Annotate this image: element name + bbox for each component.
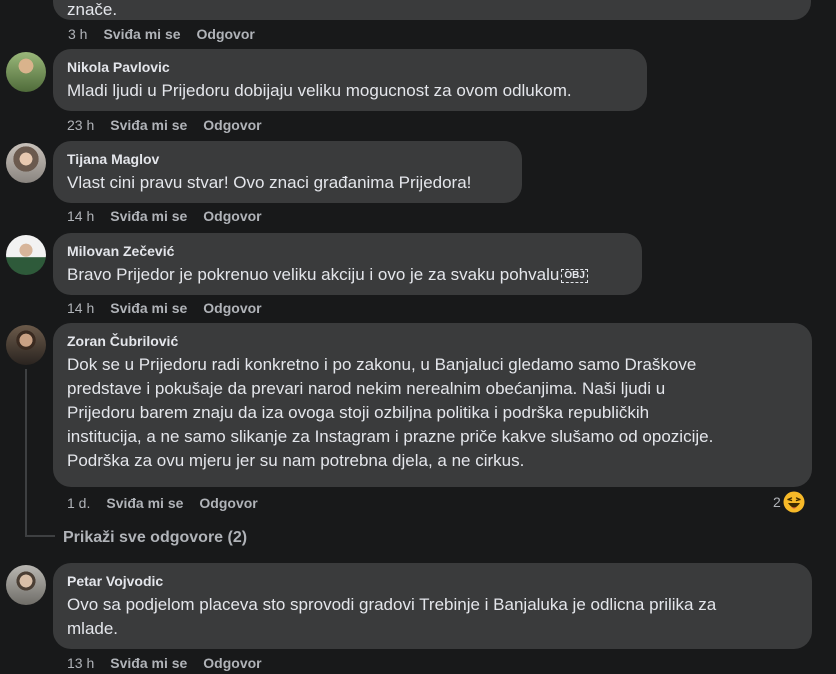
thread-line bbox=[25, 369, 27, 535]
comment-text-line: mlade. bbox=[67, 619, 119, 638]
like-link[interactable]: Sviđa mi se bbox=[110, 208, 187, 224]
reaction-summary[interactable]: 2 bbox=[773, 490, 805, 514]
reply-link[interactable]: Odgovor bbox=[203, 655, 261, 671]
comment-bubble: Zoran Čubrilović Dok se u Prijedoru radi… bbox=[53, 323, 812, 487]
comment-text: znače. bbox=[67, 0, 118, 19]
avatar[interactable] bbox=[6, 143, 46, 183]
comment-meta: 14 h Sviđa mi se Odgovor bbox=[67, 207, 278, 225]
avatar[interactable] bbox=[6, 565, 46, 605]
comment-time[interactable]: 23 h bbox=[67, 117, 94, 133]
reply-link[interactable]: Odgovor bbox=[203, 300, 261, 316]
comment-text: Vlast cini pravu stvar! Ovo znaci građan… bbox=[67, 173, 472, 192]
comment-text-line: predstave i pokušaje da prevari narod ne… bbox=[67, 379, 666, 398]
like-link[interactable]: Sviđa mi se bbox=[110, 300, 187, 316]
comment-author[interactable]: Nikola Pavlovic bbox=[67, 58, 633, 76]
comment-author[interactable]: Tijana Maglov bbox=[67, 150, 508, 168]
comment-author[interactable]: Zoran Čubrilović bbox=[67, 332, 798, 350]
comment-text-line: institucija, a ne samo slikanje za Insta… bbox=[67, 427, 714, 446]
reply-link[interactable]: Odgovor bbox=[203, 208, 261, 224]
like-link[interactable]: Sviđa mi se bbox=[103, 26, 180, 42]
comment-bubble: Tijana Maglov Vlast cini pravu stvar! Ov… bbox=[53, 141, 522, 203]
comment-meta: 1 d. Sviđa mi se Odgovor bbox=[67, 494, 274, 512]
like-link[interactable]: Sviđa mi se bbox=[110, 655, 187, 671]
reaction-count: 2 bbox=[773, 494, 781, 510]
comment-bubble: Nikola Pavlovic Mladi ljudi u Prijedoru … bbox=[53, 49, 647, 111]
avatar[interactable] bbox=[6, 52, 46, 92]
comment-bubble: Milovan Zečević Bravo Prijedor je pokren… bbox=[53, 233, 642, 295]
comment-text: Dok se u Prijedoru radi konkretno i po z… bbox=[67, 353, 798, 473]
comment-meta: 13 h Sviđa mi se Odgovor bbox=[67, 654, 278, 672]
comment-time[interactable]: 1 d. bbox=[67, 495, 90, 511]
comment-text-line: Prijedoru barem znaju da iza ovoga stoji… bbox=[67, 403, 650, 422]
thread-line-branch bbox=[25, 535, 55, 537]
comment-text: Ovo sa podjelom placeva sto sprovodi gra… bbox=[67, 593, 798, 641]
comment-bubble-top: znače. bbox=[53, 0, 811, 20]
avatar[interactable] bbox=[6, 325, 46, 365]
comment-text: Bravo Prijedor je pokrenuo veliku akciju… bbox=[67, 263, 628, 287]
comment-time[interactable]: 14 h bbox=[67, 208, 94, 224]
comment-meta: 14 h Sviđa mi se Odgovor bbox=[67, 299, 278, 317]
avatar[interactable] bbox=[6, 235, 46, 275]
comment-text: Mladi ljudi u Prijedoru dobijaju veliku … bbox=[67, 81, 572, 100]
comment-text-line: Podrška za ovu mjeru jer su nam potrebna… bbox=[67, 451, 525, 470]
like-link[interactable]: Sviđa mi se bbox=[106, 495, 183, 511]
comment-time[interactable]: 14 h bbox=[67, 300, 94, 316]
comment-meta-top: 3 h Sviđa mi se Odgovor bbox=[68, 25, 271, 43]
like-link[interactable]: Sviđa mi se bbox=[110, 117, 187, 133]
comment-bubble: Petar Vojvodic Ovo sa podjelom placeva s… bbox=[53, 563, 812, 649]
reply-link[interactable]: Odgovor bbox=[199, 495, 257, 511]
reply-link[interactable]: Odgovor bbox=[197, 26, 255, 42]
haha-emoji-icon bbox=[783, 491, 805, 513]
comment-author[interactable]: Milovan Zečević bbox=[67, 242, 628, 260]
show-replies-link[interactable]: Prikaži sve odgovore (2) bbox=[63, 528, 247, 548]
comment-text-line: Dok se u Prijedoru radi konkretno i po z… bbox=[67, 355, 697, 374]
comment-text-content: Bravo Prijedor je pokrenuo veliku akciju… bbox=[67, 265, 560, 284]
reply-link[interactable]: Odgovor bbox=[203, 117, 261, 133]
comment-time[interactable]: 3 h bbox=[68, 26, 87, 42]
comment-text-line: Ovo sa podjelom placeva sto sprovodi gra… bbox=[67, 595, 717, 614]
comment-author[interactable]: Petar Vojvodic bbox=[67, 572, 798, 590]
comment-meta: 23 h Sviđa mi se Odgovor bbox=[67, 116, 278, 134]
comment-time[interactable]: 13 h bbox=[67, 655, 94, 671]
object-placeholder-icon: OBJ bbox=[561, 268, 588, 283]
